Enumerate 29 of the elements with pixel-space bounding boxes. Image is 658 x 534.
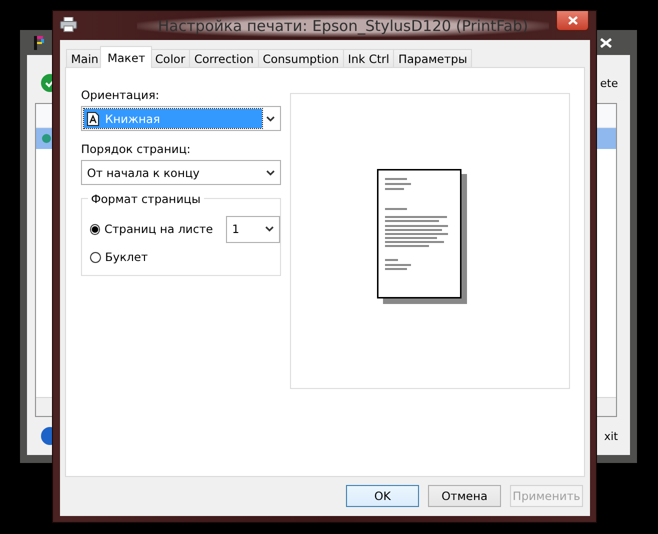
dialog-button: Применить <box>510 485 583 507</box>
tab[interactable]: Correction <box>189 49 259 68</box>
close-icon <box>568 16 578 25</box>
tab[interactable]: Параметры <box>393 49 472 68</box>
status-dot-icon <box>42 134 51 143</box>
radio-button[interactable] <box>90 252 101 262</box>
tab[interactable]: Consumption <box>258 49 344 68</box>
pages-per-sheet-dropdown[interactable]: 1 <box>226 216 280 242</box>
option-label[interactable]: Буклет <box>105 250 148 264</box>
field-label: Порядок страниц: <box>81 142 192 157</box>
dropdown-value: Книжная <box>105 112 160 126</box>
tab[interactable]: Макет <box>100 46 152 68</box>
dropdown-value: От начала к концу <box>87 166 200 180</box>
dialog-button[interactable]: Отмена <box>428 485 501 507</box>
page-order-dropdown[interactable]: От начала к концу <box>81 160 281 185</box>
group-title: Формат страницы <box>88 192 204 206</box>
logo-icon <box>34 36 44 50</box>
toolbar-text[interactable]: ete <box>600 76 618 90</box>
close-button[interactable] <box>556 11 589 31</box>
printer-icon <box>60 17 77 32</box>
radio-button[interactable] <box>90 224 100 234</box>
field-label: Ориентация: <box>81 88 160 103</box>
toolbar-text[interactable]: xit <box>604 430 618 442</box>
portrait-page-icon <box>87 112 99 126</box>
tab[interactable]: Ink Ctrl <box>342 49 394 68</box>
dropdown-value: 1 <box>232 222 240 236</box>
option-label[interactable]: Страниц на листе <box>104 222 214 236</box>
close-icon[interactable] <box>600 38 612 48</box>
dialog-button[interactable]: OK <box>346 485 419 507</box>
